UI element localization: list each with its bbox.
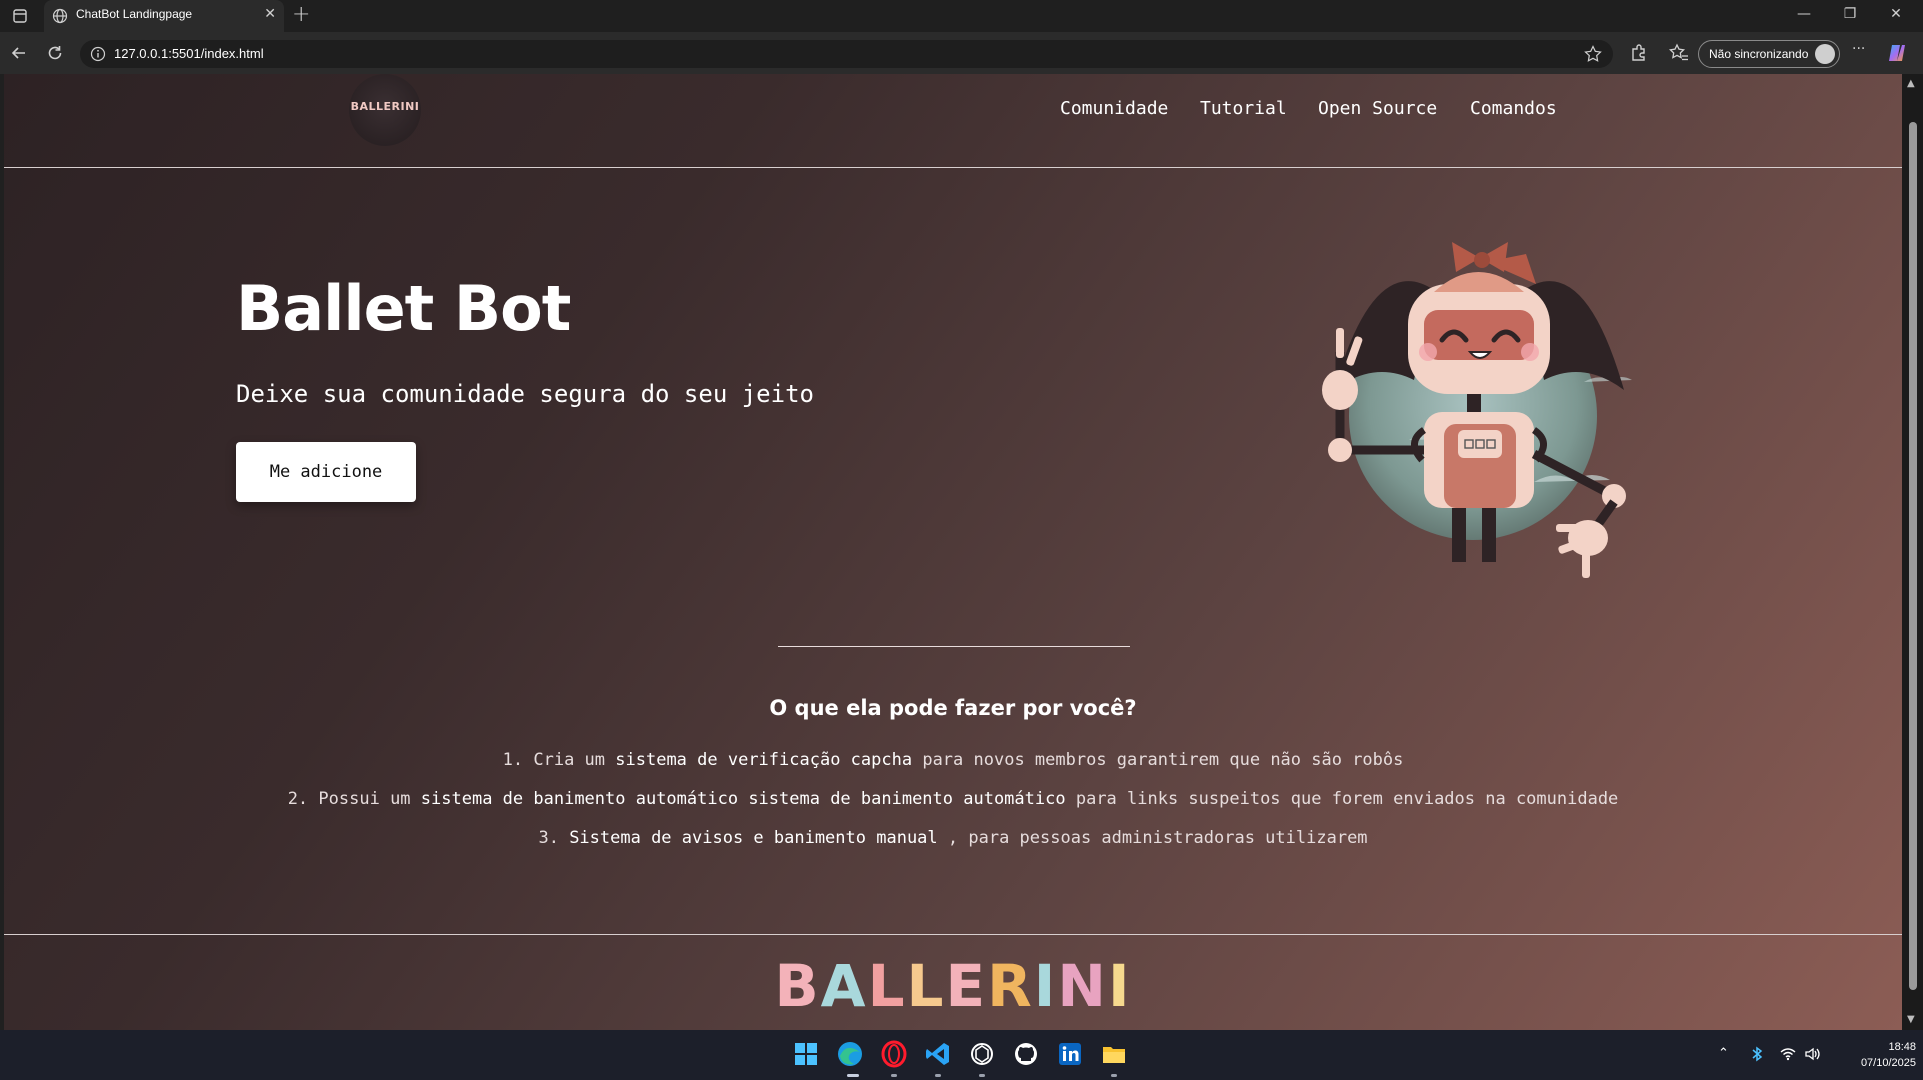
windows-start-icon[interactable]: [792, 1040, 820, 1068]
scroll-thumb[interactable]: [1909, 122, 1917, 990]
linkedin-icon[interactable]: [1056, 1040, 1084, 1068]
tab-actions-icon[interactable]: [12, 8, 28, 24]
nav-link-comunidade[interactable]: Comunidade: [1060, 98, 1168, 119]
tab-bar: ChatBot Landingpage ✕ + — ❐ ✕: [0, 0, 1923, 32]
restore-button[interactable]: ❐: [1840, 6, 1860, 22]
nav-link-tutorial[interactable]: Tutorial: [1200, 98, 1287, 119]
bluetooth-icon[interactable]: [1750, 1046, 1764, 1062]
clock-date: 07/10/2025: [1860, 1057, 1916, 1069]
favorite-star-icon[interactable]: [1583, 44, 1603, 64]
chatgpt-icon[interactable]: [968, 1040, 996, 1068]
section-divider: [778, 646, 1130, 647]
hero-title: Ballet Bot: [236, 272, 571, 345]
chatgpt-running-indicator: [979, 1074, 985, 1077]
file-explorer-running-indicator: [1111, 1074, 1117, 1077]
opera-icon[interactable]: [880, 1040, 908, 1068]
close-window-button[interactable]: ✕: [1886, 6, 1906, 22]
add-bot-button[interactable]: Me adicione: [236, 442, 416, 502]
globe-icon: [52, 8, 68, 24]
feature-item: 1. Cria um sistema de verificação capcha…: [502, 750, 1404, 770]
footer-divider: [4, 934, 1902, 935]
extensions-icon[interactable]: [1627, 42, 1649, 64]
scroll-down-icon[interactable]: ▼: [1907, 1014, 1915, 1025]
browser-toolbar: 127.0.0.1:5501/index.html Não sincroniza…: [0, 32, 1923, 74]
edge-active-indicator: [847, 1074, 859, 1077]
page-viewport: BALLERINI Comunidade Tutorial Open Sourc…: [4, 74, 1902, 1030]
address-bar[interactable]: 127.0.0.1:5501/index.html: [80, 40, 1613, 68]
nav-link-comandos[interactable]: Comandos: [1470, 98, 1557, 119]
features-title: O que ela pode fazer por você?: [769, 696, 1137, 720]
volume-icon[interactable]: [1804, 1046, 1822, 1062]
github-icon[interactable]: [1012, 1040, 1040, 1068]
avatar: [1815, 44, 1835, 64]
clock[interactable]: 18:48 07/10/2025: [1836, 1039, 1916, 1071]
footer-logo: BALLERINI: [4, 952, 1902, 1020]
file-explorer-icon[interactable]: [1100, 1040, 1128, 1068]
site-info-icon[interactable]: [90, 46, 106, 62]
windows-taskbar: ⌃ 18:48 07/10/2025: [0, 1030, 1923, 1080]
footer-logo-letter: L: [906, 952, 946, 1020]
footer-logo-letter: I: [1107, 952, 1132, 1020]
feature-item: 3. Sistema de avisos e banimento manual …: [538, 828, 1368, 848]
clock-time: 18:48: [1888, 1041, 1916, 1053]
profile-button[interactable]: Não sincronizando: [1698, 40, 1840, 68]
vscode-running-indicator: [935, 1074, 941, 1077]
feature-item: 2. Possui um sistema de banimento automá…: [287, 789, 1619, 809]
site-logo[interactable]: BALLERINI: [349, 74, 421, 146]
footer-logo-letter: B: [774, 952, 821, 1020]
logo-text: BALLERINI: [350, 100, 420, 113]
vscode-icon[interactable]: [924, 1040, 952, 1068]
tray-overflow-icon[interactable]: ⌃: [1718, 1046, 1729, 1061]
footer-logo-letter: N: [1057, 952, 1108, 1020]
footer-logo-letter: E: [945, 952, 988, 1020]
footer-logo-letter: L: [867, 952, 907, 1020]
edge-icon[interactable]: [836, 1040, 864, 1068]
favorites-icon[interactable]: [1668, 42, 1690, 64]
opera-running-indicator: [891, 1074, 897, 1077]
robot-ballerina-illustration: [1322, 242, 1632, 578]
nav-link-open-source[interactable]: Open Source: [1318, 98, 1437, 119]
new-tab-button[interactable]: +: [292, 2, 310, 27]
site-header: BALLERINI Comunidade Tutorial Open Sourc…: [4, 74, 1902, 168]
tab-title: ChatBot Landingpage: [76, 7, 193, 21]
minimize-button[interactable]: —: [1794, 6, 1814, 22]
more-menu-icon[interactable]: ···: [1852, 41, 1874, 63]
refresh-icon[interactable]: [44, 42, 66, 64]
close-tab-icon[interactable]: ✕: [264, 6, 276, 22]
profile-sync-label: Não sincronizando: [1709, 47, 1809, 61]
url-text[interactable]: 127.0.0.1:5501/index.html: [114, 46, 264, 61]
back-icon[interactable]: [8, 42, 30, 64]
footer-logo-letter: R: [987, 952, 1034, 1020]
hero-subtitle: Deixe sua comunidade segura do seu jeito: [236, 380, 814, 408]
scroll-up-icon[interactable]: ▲: [1907, 78, 1915, 89]
active-tab[interactable]: ChatBot Landingpage ✕: [44, 0, 284, 32]
page-scrollbar[interactable]: ▲ ▼: [1902, 74, 1923, 1030]
copilot-icon[interactable]: [1886, 42, 1908, 64]
footer-logo-letter: A: [820, 952, 868, 1020]
footer-logo-letter: I: [1033, 952, 1058, 1020]
wifi-icon[interactable]: [1780, 1046, 1796, 1062]
